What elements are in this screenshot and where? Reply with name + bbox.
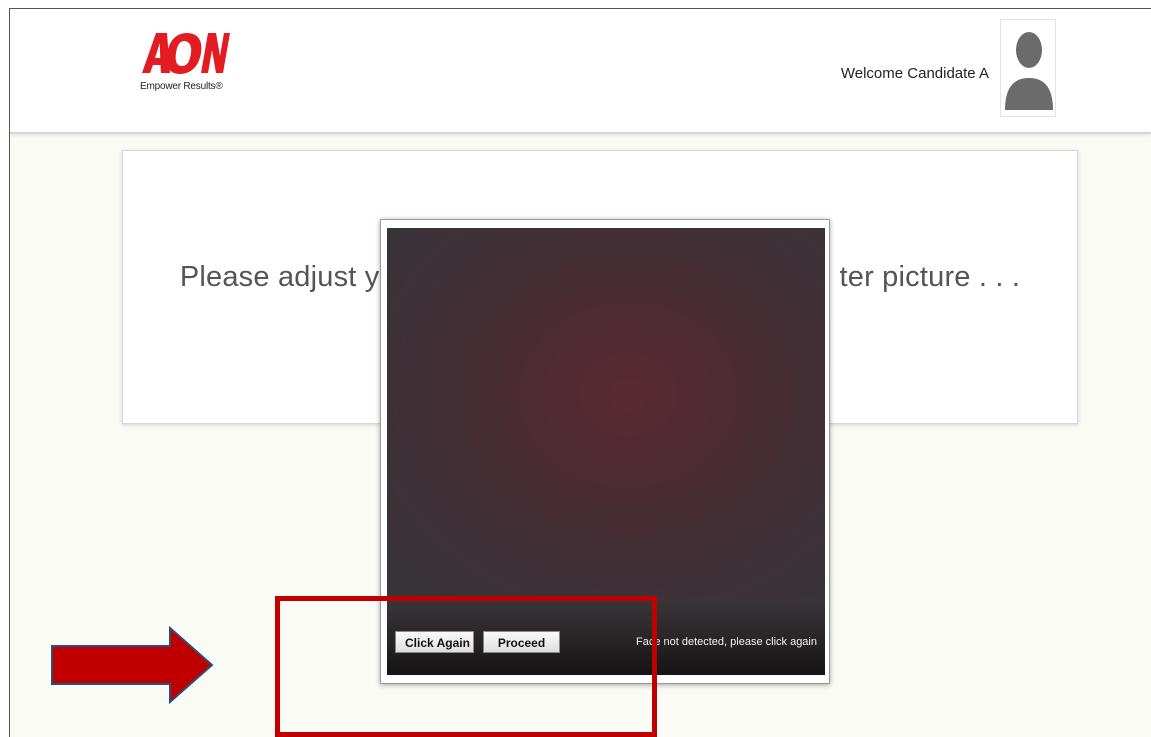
welcome-text: Welcome Candidate A (840, 65, 989, 82)
webcam-preview (387, 228, 825, 599)
highlight-annotation-box (275, 596, 657, 737)
face-detection-status: Face not detected, please click again (635, 636, 817, 648)
instruction-text-right: ter picture . . . (839, 261, 1021, 293)
aon-logo-mark (142, 33, 230, 74)
right-arrow-icon (51, 626, 214, 704)
user-silhouette-icon (1005, 32, 1053, 110)
site-header: Empower Results® Welcome Candidate A (10, 9, 1151, 134)
instruction-text-left: Please adjust y (179, 261, 380, 293)
app-frame: Empower Results® Welcome Candidate A Ple… (9, 8, 1151, 737)
user-avatar[interactable] (1000, 19, 1056, 117)
aon-logo: Empower Results® (140, 29, 230, 99)
logo-tagline: Empower Results® (140, 81, 223, 92)
